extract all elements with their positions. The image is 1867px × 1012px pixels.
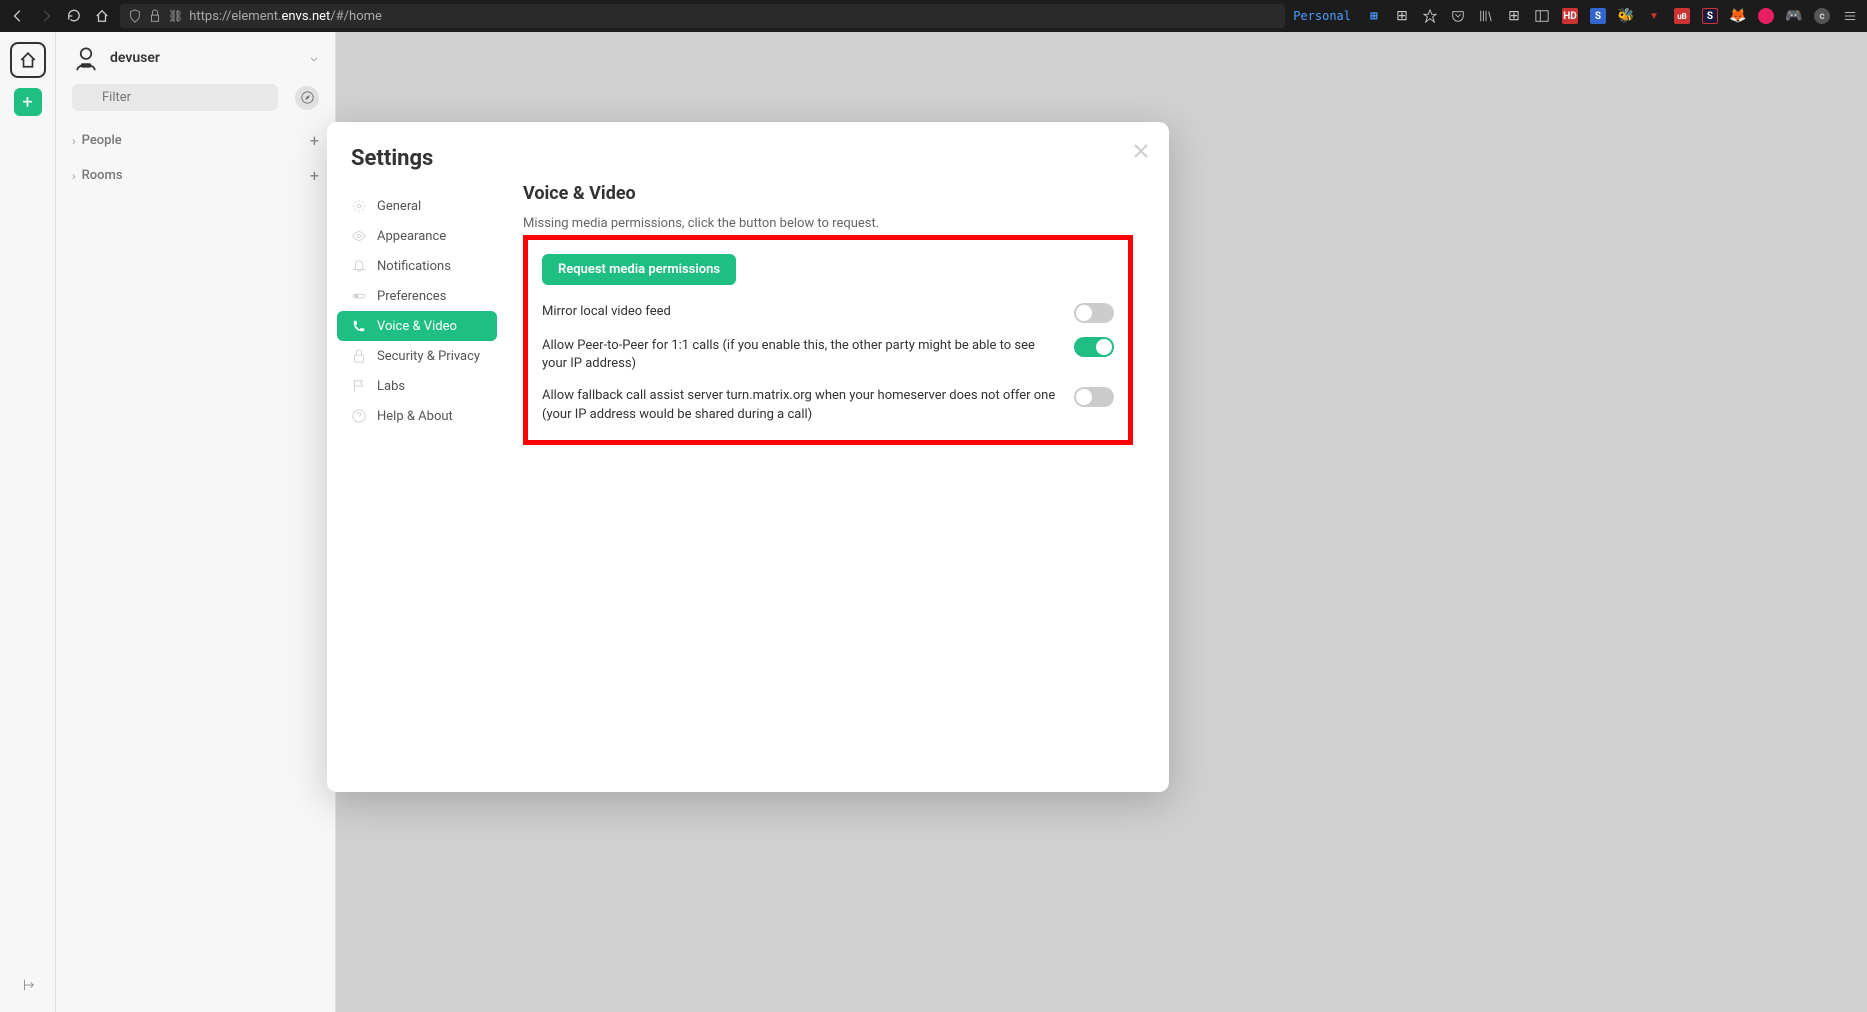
nav-label: Help & About (377, 409, 453, 424)
expand-rail-button[interactable] (21, 977, 35, 996)
nav-security[interactable]: Security & Privacy (337, 341, 497, 371)
eye-icon (351, 228, 367, 244)
gear-icon (351, 198, 367, 214)
chevron-right-icon: › (72, 134, 76, 148)
home-space-button[interactable] (10, 42, 46, 78)
nav-label: Labs (377, 379, 405, 394)
question-icon (351, 408, 367, 424)
slider-icon (351, 288, 367, 304)
settings-nav: General Appearance Notifications Prefere… (327, 183, 507, 768)
ext-icon-1[interactable]: ⊞ (1365, 7, 1383, 25)
ext-ub[interactable]: uB (1673, 7, 1691, 25)
ext-orange[interactable]: 🦊 (1729, 7, 1747, 25)
people-section[interactable]: › People + (56, 123, 335, 158)
bookmark-icon[interactable] (1421, 7, 1439, 25)
filter-input[interactable] (72, 84, 278, 111)
nav-notifications[interactable]: Notifications (337, 251, 497, 281)
nav-preferences[interactable]: Preferences (337, 281, 497, 311)
toggle-mirror: Mirror local video feed (542, 303, 1114, 323)
content-title: Voice & Video (523, 183, 1133, 204)
forward-button[interactable] (36, 6, 56, 26)
ext-game[interactable]: 🎮 (1785, 7, 1803, 25)
compass-icon (301, 91, 314, 104)
container-label: Personal (1293, 9, 1351, 23)
nav-label: General (377, 199, 421, 214)
ext-icon-grid[interactable]: ⊞ (1393, 7, 1411, 25)
reload-button[interactable] (64, 6, 84, 26)
create-space-button[interactable]: + (14, 88, 42, 116)
sidebar-icon[interactable] (1533, 7, 1551, 25)
nav-general[interactable]: General (337, 191, 497, 221)
flag-icon (351, 378, 367, 394)
nav-label: Security & Privacy (377, 349, 480, 364)
bell-icon (351, 258, 367, 274)
close-button[interactable] (1133, 140, 1149, 165)
section-label: People (82, 133, 122, 148)
url-bar[interactable]: ⛓ https://element.envs.net/#/home (120, 4, 1285, 28)
rooms-section[interactable]: › Rooms + (56, 158, 335, 193)
toggle-label: Mirror local video feed (542, 303, 1058, 321)
section-label: Rooms (82, 168, 123, 183)
permission-text: Missing media permissions, click the but… (523, 216, 1133, 231)
ext-pink[interactable] (1757, 7, 1775, 25)
ext-hd[interactable]: HD (1561, 7, 1579, 25)
toggle-mirror-switch[interactable] (1074, 303, 1114, 323)
ext-s2[interactable]: S (1701, 7, 1719, 25)
nav-rail: + (0, 32, 56, 1012)
request-permissions-button[interactable]: Request media permissions (542, 254, 736, 285)
permissions-icon: ⛓ (168, 9, 183, 23)
nav-label: Notifications (377, 259, 451, 274)
toggle-label: Allow Peer-to-Peer for 1:1 calls (if you… (542, 337, 1058, 373)
toggle-p2p: Allow Peer-to-Peer for 1:1 calls (if you… (542, 337, 1114, 373)
pocket-icon[interactable] (1449, 7, 1467, 25)
toggle-fallback: Allow fallback call assist server turn.m… (542, 387, 1114, 423)
nav-appearance[interactable]: Appearance (337, 221, 497, 251)
chevron-down-icon (309, 49, 319, 68)
explore-button[interactable] (295, 86, 319, 110)
ext-icon-apps[interactable]: ⊞ (1505, 7, 1523, 25)
home-icon (19, 51, 37, 69)
close-icon (1133, 143, 1149, 159)
browser-toolbar: ⛓ https://element.envs.net/#/home Person… (0, 0, 1867, 32)
add-people-button[interactable]: + (310, 131, 319, 150)
url-text: https://element.envs.net/#/home (189, 9, 382, 24)
toggle-label: Allow fallback call assist server turn.m… (542, 387, 1058, 423)
nav-label: Preferences (377, 289, 446, 304)
back-button[interactable] (8, 6, 28, 26)
user-menu[interactable]: devuser (56, 32, 335, 84)
settings-content: Voice & Video Missing media permissions,… (507, 183, 1169, 768)
ext-bee[interactable]: 🐝 (1617, 7, 1635, 25)
phone-icon (351, 318, 367, 334)
shield-icon (128, 9, 142, 23)
ext-circle[interactable]: c (1813, 7, 1831, 25)
modal-title: Settings (351, 146, 433, 171)
toolbar-extensions: Personal ⊞ ⊞ ⊞ HD S 🐝 ▼ uB S 🦊 🎮 c (1293, 7, 1859, 25)
toggle-fallback-switch[interactable] (1074, 387, 1114, 407)
nav-label: Appearance (377, 229, 446, 244)
library-icon[interactable] (1477, 7, 1495, 25)
room-list-panel: devuser › People + › Rooms (56, 32, 336, 1012)
menu-icon[interactable] (1841, 7, 1859, 25)
toggle-p2p-switch[interactable] (1074, 337, 1114, 357)
nav-voice-video[interactable]: Voice & Video (337, 311, 497, 341)
home-button[interactable] (92, 6, 112, 26)
ext-s[interactable]: S (1589, 7, 1607, 25)
user-avatar-icon (72, 44, 100, 72)
user-name-label: devuser (110, 50, 160, 66)
add-room-button[interactable]: + (310, 166, 319, 185)
lock-icon (148, 9, 162, 23)
lock-icon (351, 348, 367, 364)
highlight-annotation: Request media permissions Mirror local v… (523, 235, 1133, 445)
nav-label: Voice & Video (377, 319, 457, 334)
ext-red[interactable]: ▼ (1645, 7, 1663, 25)
chevron-right-icon: › (72, 169, 76, 183)
nav-help[interactable]: Help & About (337, 401, 497, 431)
nav-labs[interactable]: Labs (337, 371, 497, 401)
settings-modal: Settings General Appearance Notification… (327, 122, 1169, 792)
